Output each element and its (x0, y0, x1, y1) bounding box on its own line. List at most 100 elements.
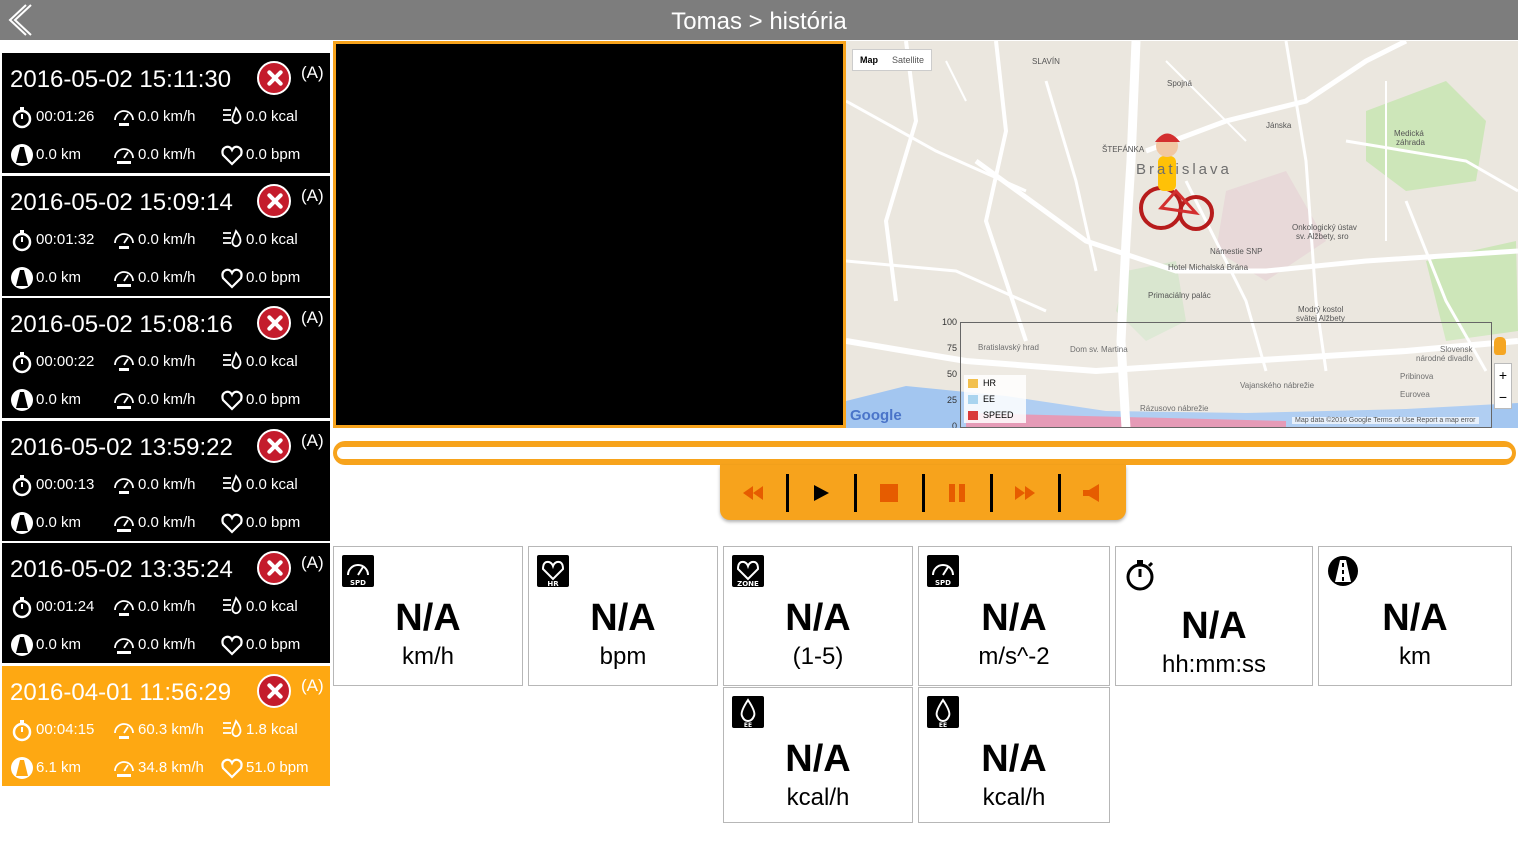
session-max-speed-value: 0.0 km/h (138, 636, 196, 653)
stopwatch-icon (12, 474, 32, 496)
session-date: 2016-05-02 15:11:30 (10, 66, 232, 93)
delete-session-button[interactable] (257, 673, 291, 708)
session-distance: 0.0 km (10, 266, 81, 290)
avg-speedometer-icon (114, 355, 134, 371)
metric-value: N/A (1181, 605, 1247, 647)
metric-unit: bpm (599, 643, 647, 670)
session-item[interactable]: 2016-05-02 13:59:22 (A) 00:00:13 0.0 km/h 0.… (2, 420, 330, 541)
avg-speedometer-icon (114, 232, 134, 249)
session-distance: 0.0 km (10, 388, 81, 412)
road-icon (11, 144, 33, 166)
volume-icon (1083, 483, 1099, 502)
session-distance-value: 6.1 km (36, 758, 82, 776)
speedometer-spd-icon: SPD (927, 555, 959, 587)
avg-speedometer-icon (114, 110, 134, 126)
speedometer-spd-icon: SPD (342, 555, 374, 587)
session-date: 2016-05-02 13:59:22 (10, 433, 233, 461)
stop-button[interactable] (856, 465, 922, 520)
metric-card-zone: ZONE N/A (1-5) (723, 546, 913, 686)
rewind-button[interactable] (720, 465, 786, 520)
session-duration-value: 00:01:24 (36, 598, 95, 615)
map-type-satellite-button[interactable]: Satellite (885, 50, 931, 70)
session-item[interactable]: 2016-05-02 13:35:24 (A) 00:01:24 0.0 km/h 0.… (2, 543, 330, 663)
session-distance-value: 0.0 km (36, 268, 82, 286)
header-bar: Tomas > história (0, 0, 1518, 40)
google-logo: Google (850, 407, 902, 424)
map-attribution[interactable]: Map data ©2016 Google Terms of Use Repor… (1292, 417, 1479, 424)
legend-swatch (968, 410, 978, 420)
playback-controls (720, 465, 1126, 520)
session-heart-rate: 51.0 bpm (220, 756, 309, 780)
legend-swatch (968, 394, 978, 404)
session-heart-rate-value: 51.0 bpm (246, 758, 309, 776)
metric-unit: (1-5) (792, 643, 844, 670)
session-max-speed-value: 34.8 km/h (138, 758, 204, 776)
heart-icon (221, 268, 243, 289)
road-icon (11, 511, 33, 534)
session-list: 2016-05-02 15:11:30 (A) 00:01:26 0.0 km/h 0.… (2, 53, 330, 788)
stopwatch-icon (12, 719, 32, 741)
svg-text:HR: HR (547, 580, 559, 587)
map-type-switch: Map Satellite (852, 49, 933, 71)
map-label: Modrý kostol (1298, 305, 1344, 314)
session-max-speed: 0.0 km/h (112, 266, 196, 290)
delete-session-button[interactable] (257, 306, 291, 340)
session-heart-rate: 0.0 bpm (220, 633, 300, 657)
session-energy-value: 0.0 kcal (246, 230, 298, 248)
session-energy: 0.0 kcal (220, 595, 298, 619)
delete-session-button[interactable] (257, 183, 291, 218)
session-item[interactable]: 2016-05-02 15:08:16 (A) 00:00:22 0.0 km/h 0.… (2, 298, 330, 418)
session-date: 2016-04-01 11:56:29 (10, 678, 232, 706)
fast-forward-icon (1015, 485, 1035, 500)
map-view[interactable]: SLAVÍN ŠTEFÁNKA Bratislava Spojná Jánska… (846, 41, 1518, 428)
rewind-icon (743, 485, 763, 500)
delete-session-button[interactable] (257, 428, 291, 463)
road-icon (11, 266, 33, 289)
session-max-speed-value: 0.0 km/h (138, 268, 196, 286)
delete-session-button[interactable] (257, 551, 291, 585)
metric-value: N/A (395, 597, 461, 639)
pause-button[interactable] (924, 465, 990, 520)
max-speedometer-icon (114, 515, 134, 532)
legend-item: SPEED (964, 407, 1026, 423)
pause-icon (949, 483, 965, 502)
zoom-in-button[interactable]: + (1495, 364, 1511, 386)
session-item[interactable]: 2016-05-02 15:11:30 (A) 00:01:26 0.0 km/h 0.… (2, 53, 330, 173)
pegman-icon[interactable] (1494, 337, 1506, 355)
fast-forward-button[interactable] (992, 465, 1058, 520)
session-avg-speed: 0.0 km/h (112, 105, 196, 129)
max-speedometer-icon (114, 270, 134, 287)
map-label: Onkologický ústav (1292, 223, 1357, 232)
energy-icon (223, 473, 242, 492)
session-avg-speed-value: 60.3 km/h (138, 720, 204, 738)
session-duration: 00:00:22 (10, 350, 94, 374)
session-item[interactable]: 2016-04-01 11:56:29 (A) 00:04:15 60.3 km/h 1… (2, 665, 330, 786)
volume-button[interactable] (1060, 465, 1126, 520)
metric-value: N/A (785, 738, 851, 780)
session-heart-rate: 0.0 bpm (220, 143, 300, 167)
video-player[interactable] (333, 41, 846, 428)
delete-session-button[interactable] (257, 61, 291, 95)
session-tag: (A) (301, 675, 324, 695)
drop-ee-icon: EE (927, 696, 959, 728)
zoom-out-button[interactable]: − (1495, 386, 1511, 408)
map-label: Hotel Michalská Brána (1168, 263, 1249, 272)
session-item[interactable]: 2016-05-02 15:09:14 (A) 00:01:32 0.0 km/h 0.… (2, 175, 330, 296)
map-label: sv. Alžbety, sro (1296, 232, 1349, 241)
heart-icon (221, 390, 243, 411)
session-energy-value: 0.0 kcal (246, 598, 298, 615)
metric-unit: hh:mm:ss (1161, 651, 1266, 678)
heart-icon (221, 513, 243, 534)
metric-unit: kcal/h (786, 784, 850, 811)
session-heart-rate-value: 0.0 bpm (246, 268, 301, 286)
session-duration: 00:04:15 (10, 718, 94, 742)
play-icon (814, 484, 829, 501)
play-button[interactable] (788, 465, 854, 520)
session-date: 2016-05-02 15:08:16 (10, 311, 233, 338)
session-tag: (A) (301, 430, 324, 450)
session-max-speed-value: 0.0 km/h (138, 513, 196, 531)
avg-speedometer-icon (114, 600, 134, 616)
playback-progress-bar[interactable] (333, 441, 1516, 465)
session-duration: 00:00:13 (10, 473, 94, 497)
map-type-map-button[interactable]: Map (853, 50, 885, 70)
